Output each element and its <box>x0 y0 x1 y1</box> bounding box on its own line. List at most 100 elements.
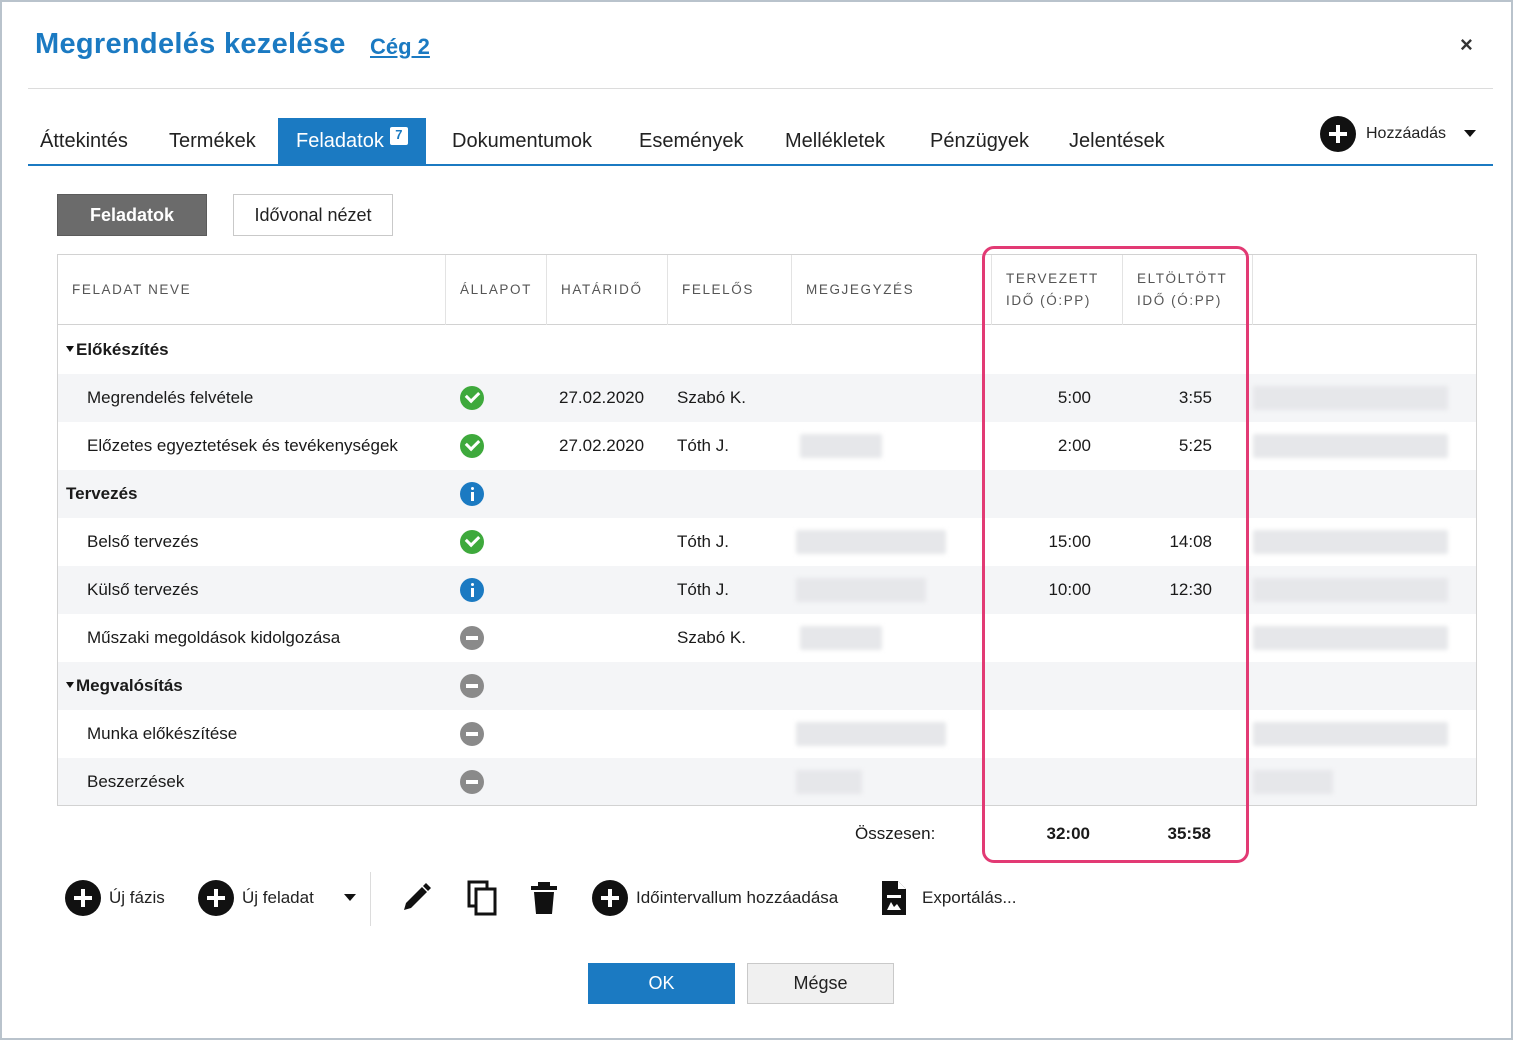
task-name: Munka előkészítése <box>87 710 237 758</box>
total-spent: 35:58 <box>1167 824 1211 843</box>
table-header: FELADAT NEVE ÁLLAPOT HATÁRIDŐ FELELŐS ME… <box>58 255 1476 325</box>
tab-tasks-badge: 7 <box>389 127 408 145</box>
view-timeline-button[interactable]: Idővonal nézet <box>233 194 393 236</box>
planned-time-cell <box>1021 614 1091 662</box>
owner-cell: Szabó K. <box>677 388 746 407</box>
total-planned: 32:00 <box>1046 824 1090 843</box>
planned-time-cell: 15:00 <box>1048 532 1091 551</box>
header-planned[interactable]: TERVEZETT IDŐ (Ó:PP) <box>992 255 1123 325</box>
table-row[interactable]: Külső tervezés Tóth J. 10:00 12:30 <box>58 566 1476 614</box>
spent-time-cell <box>1141 662 1212 710</box>
redacted-note <box>1253 770 1333 794</box>
phase-row[interactable]: Megvalósítás <box>58 662 1476 710</box>
view-tasks-button[interactable]: Feladatok <box>57 194 207 236</box>
minus-circle-icon <box>460 674 484 698</box>
divider <box>28 88 1493 89</box>
table-row[interactable]: Előzetes egyeztetések és tevékenységek 27… <box>58 422 1476 470</box>
planned-time-cell <box>1021 326 1091 374</box>
tab-finances[interactable]: Pénzügyek <box>930 118 1029 166</box>
spent-time-cell <box>1141 758 1212 805</box>
add-menu-label: Hozzáadás <box>1366 125 1447 142</box>
collapse-toggle-icon[interactable] <box>66 682 74 688</box>
row-name-text: Beszerzések <box>87 772 185 791</box>
check-circle-icon <box>460 386 484 410</box>
task-name: Külső tervezés <box>87 566 199 614</box>
header-status[interactable]: ÁLLAPOT <box>446 255 547 325</box>
row-name-text: Előkészítés <box>76 340 169 359</box>
copy-icon[interactable] <box>465 880 499 916</box>
redacted-note <box>800 626 882 650</box>
row-name-text: Belső tervezés <box>87 532 199 551</box>
export-button[interactable]: Exportálás... <box>880 878 1017 918</box>
plus-circle-icon <box>65 880 101 916</box>
company-link[interactable]: Cég 2 <box>370 34 430 60</box>
tab-tasks[interactable]: Feladatok 7 <box>278 118 426 166</box>
planned-time-cell <box>1021 470 1091 518</box>
collapse-toggle-icon[interactable] <box>66 346 74 352</box>
add-interval-button[interactable]: Időintervallum hozzáadása <box>592 878 838 918</box>
plus-circle-icon <box>1320 116 1356 152</box>
ok-button[interactable]: OK <box>588 963 735 1004</box>
planned-time-cell <box>1021 710 1091 758</box>
phase-row[interactable]: Előkészítés <box>58 326 1476 374</box>
header-spent-line2: IDŐ (Ó:PP) <box>1137 293 1223 308</box>
plus-circle-icon <box>198 880 234 916</box>
table-row[interactable]: Műszaki megoldások kidolgozása Szabó K. <box>58 614 1476 662</box>
minus-circle-icon <box>460 770 484 794</box>
new-task-dropdown-icon[interactable] <box>344 894 356 902</box>
task-name: Megrendelés felvétele <box>87 374 253 422</box>
owner-cell: Tóth J. <box>677 532 729 551</box>
check-circle-icon <box>460 434 484 458</box>
export-label: Exportálás... <box>922 888 1017 907</box>
tab-documents[interactable]: Dokumentumok <box>452 118 592 166</box>
edit-pencil-icon[interactable] <box>399 880 433 916</box>
phase-name: Tervezés <box>66 470 138 518</box>
redacted-note <box>796 530 946 554</box>
task-name: Előzetes egyeztetések és tevékenységek <box>87 422 398 470</box>
redacted-note <box>1253 530 1448 554</box>
tab-reports[interactable]: Jelentések <box>1069 118 1165 166</box>
phase-row[interactable]: Tervezés <box>58 470 1476 518</box>
add-menu-button[interactable]: Hozzáadás <box>1320 114 1477 154</box>
plus-circle-icon <box>592 880 628 916</box>
redacted-note <box>796 578 926 602</box>
minus-circle-icon <box>460 626 484 650</box>
planned-time-cell: 5:00 <box>1057 388 1091 407</box>
row-name-text: Munka előkészítése <box>87 724 238 743</box>
planned-time-cell <box>1021 758 1091 805</box>
tab-products[interactable]: Termékek <box>169 118 256 166</box>
tab-attachments[interactable]: Mellékletek <box>785 118 885 166</box>
owner-cell: Tóth J. <box>677 580 729 599</box>
header-note[interactable]: MEGJEGYZÉS <box>792 255 992 325</box>
trash-icon[interactable] <box>527 880 561 916</box>
spent-time-cell: 12:30 <box>1169 580 1212 599</box>
deadline-cell: 27.02.2020 <box>559 388 645 407</box>
toolbar-divider <box>370 872 371 926</box>
deadline-cell: 27.02.2020 <box>559 436 645 455</box>
tab-events[interactable]: Események <box>639 118 744 166</box>
new-phase-button[interactable]: Új fázis <box>65 878 165 918</box>
redacted-note <box>1253 386 1448 410</box>
spent-time-cell: 3:55 <box>1178 388 1212 407</box>
header-spent[interactable]: ELTÖLTÖTT IDŐ (Ó:PP) <box>1123 255 1253 325</box>
table-row[interactable]: Megrendelés felvétele 27.02.2020 Szabó K. 5… <box>58 374 1476 422</box>
new-phase-label: Új fázis <box>109 888 165 907</box>
info-circle-icon <box>460 578 484 602</box>
new-task-button[interactable]: Új feladat <box>198 878 314 918</box>
row-name-text: Megrendelés felvétele <box>87 388 254 407</box>
spent-time-cell <box>1141 326 1212 374</box>
header-owner[interactable]: FELELŐS <box>668 255 792 325</box>
table-row[interactable]: Beszerzések <box>58 758 1476 805</box>
tab-overview[interactable]: Áttekintés <box>40 118 128 166</box>
close-icon[interactable]: × <box>1460 32 1473 58</box>
cancel-button[interactable]: Mégse <box>747 963 894 1004</box>
tab-tasks-label: Feladatok <box>296 130 384 152</box>
header-name[interactable]: FELADAT NEVE <box>58 255 446 325</box>
table-row[interactable]: Munka előkészítése <box>58 710 1476 758</box>
chevron-down-icon <box>1464 130 1477 137</box>
table-row[interactable]: Belső tervezés Tóth J. 15:00 14:08 <box>58 518 1476 566</box>
redacted-note <box>796 770 862 794</box>
task-name: Beszerzések <box>87 758 185 805</box>
info-circle-icon <box>460 482 484 506</box>
header-deadline[interactable]: HATÁRIDŐ <box>547 255 668 325</box>
